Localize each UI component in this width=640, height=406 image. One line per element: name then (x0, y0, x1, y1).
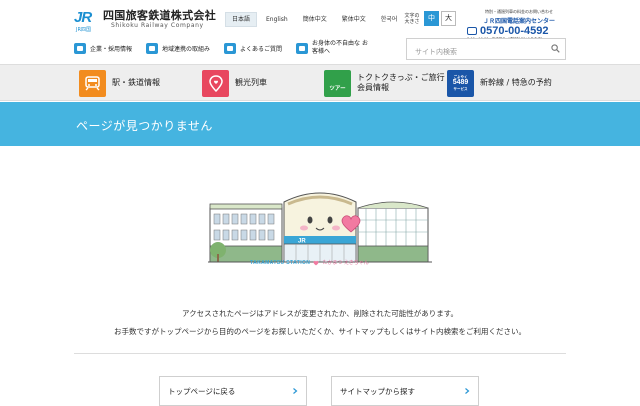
train-icon (79, 69, 106, 97)
main-nav: 駅・鉄道情報 観光列車 ツアー トクトクきっぷ・ご旅行 会員情報 ごよやく 54… (0, 64, 640, 101)
subnav-faq[interactable]: よくあるご質問 (224, 40, 282, 56)
heart-icon (313, 260, 319, 265)
lang-simplified-chinese[interactable]: 簡体中文 (297, 12, 333, 27)
site-header: JR JR四国 四国旅客鉄道株式会社 Shikoku Railway Compa… (0, 0, 640, 64)
chevron-right-icon (465, 388, 470, 394)
page-title: ページが見つかりません (76, 119, 213, 133)
phone-icon (467, 27, 477, 35)
illustration-caption: TAKAMATSU STATION たかまつ えきちゃん (250, 259, 369, 267)
not-found-message: アクセスされたページはアドレスが変更されたか、削除された可能性があります。 お手… (113, 309, 527, 336)
search-icon[interactable] (551, 44, 560, 53)
company-name: 四国旅客鉄道株式会社 (103, 9, 216, 22)
lang-traditional-chinese[interactable]: 繁体中文 (336, 12, 372, 27)
accessibility-icon (296, 42, 309, 54)
font-size-switcher: 文字の 大きさ 中 大 (402, 11, 456, 26)
utility-nav: 企業・採用情報 地域連携の取組み よくあるご質問 お身体の不自由な お客様へ (74, 40, 386, 56)
chevron-right-icon (293, 388, 298, 394)
language-switcher: 日本語 English 簡体中文 繁体中文 한국어 (225, 12, 406, 27)
font-size-medium-button[interactable]: 中 (424, 11, 439, 26)
tour-icon: ツアー (324, 69, 351, 97)
back-to-top-button[interactable]: トップページに戻る (159, 376, 307, 406)
jr-logo-mark: JR JR四国 (74, 9, 92, 33)
nav-reservation[interactable]: ごよやく 5489 サービス 新幹線 / 特急の予約 (447, 69, 552, 97)
nav-station-info[interactable]: 駅・鉄道情報 (79, 69, 160, 97)
subnav-regional[interactable]: 地域連携の取組み (146, 40, 210, 56)
site-logo[interactable]: JR JR四国 四国旅客鉄道株式会社 Shikoku Railway Compa… (74, 9, 216, 33)
lang-english[interactable]: English (260, 12, 294, 27)
takamatsu-station-illustration: JR (208, 192, 432, 263)
divider (74, 353, 566, 354)
subnav-accessibility[interactable]: お身体の不自由な お客様へ (296, 40, 372, 56)
sitemap-button[interactable]: サイトマップから探す (331, 376, 479, 406)
search-input[interactable] (407, 42, 547, 62)
call-center-phone[interactable]: 0570-00-4592 (467, 25, 571, 37)
font-size-label: 文字の 大きさ (404, 12, 420, 25)
lang-korean[interactable]: 한국어 (375, 12, 404, 27)
faq-icon (224, 42, 237, 54)
lang-japanese[interactable]: 日本語 (225, 12, 258, 27)
map-pin-icon (202, 69, 229, 97)
nav-discount-tickets[interactable]: ツアー トクトクきっぷ・ご旅行 会員情報 (324, 69, 447, 97)
subnav-corporate[interactable]: 企業・採用情報 (74, 40, 132, 56)
site-search (406, 38, 566, 62)
5489-icon: ごよやく 5489 サービス (447, 69, 474, 97)
page-title-band: ページが見つかりません (0, 102, 640, 146)
building-icon (74, 42, 86, 54)
company-name-en: Shikoku Railway Company (111, 22, 204, 29)
handshake-icon (146, 42, 159, 54)
nav-sightseeing-trains[interactable]: 観光列車 (202, 69, 267, 97)
font-size-large-button[interactable]: 大 (441, 11, 456, 26)
